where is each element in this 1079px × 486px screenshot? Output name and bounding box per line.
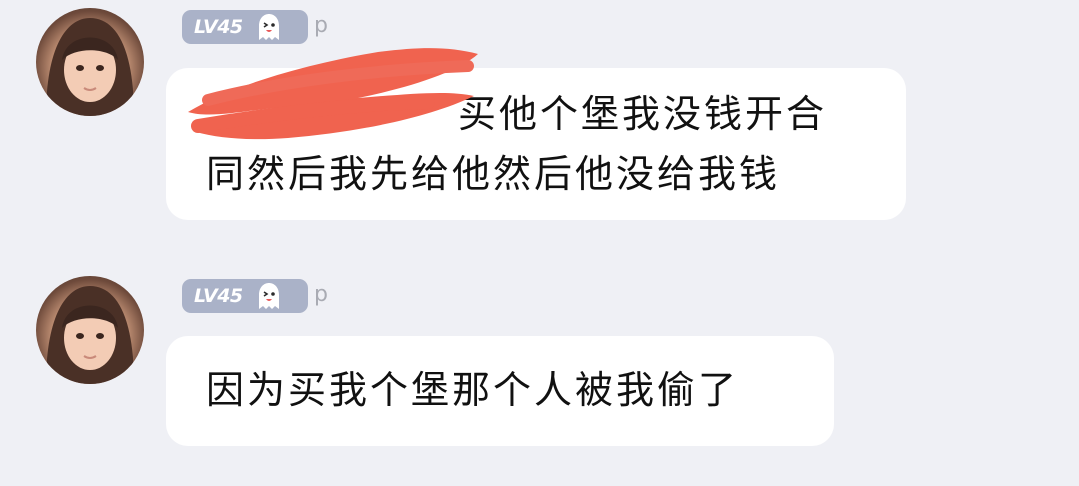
avatar[interactable]: [36, 276, 144, 384]
username[interactable]: p: [314, 13, 328, 38]
level-text: LV45: [194, 285, 243, 307]
level-badge: LV45: [182, 279, 308, 313]
message-bubble: 买他个堡我没钱开合 同然后我先给他然后他没给我钱: [166, 68, 906, 220]
ghost-icon: [258, 14, 279, 40]
message-bubble: 因为买我个堡那个人被我偷了: [166, 336, 834, 446]
level-badge: LV45: [182, 10, 308, 44]
avatar-photo: [46, 18, 134, 116]
message-line: 买他个堡我没钱开合: [458, 92, 828, 136]
message-line: 因为买我个堡那个人被我偷了: [206, 368, 740, 412]
username[interactable]: p: [314, 282, 328, 307]
avatar[interactable]: [36, 8, 144, 116]
level-text: LV45: [194, 16, 243, 38]
avatar-photo: [46, 286, 134, 384]
ghost-icon: [258, 283, 279, 309]
message-line: 同然后我先给他然后他没给我钱: [206, 152, 781, 196]
